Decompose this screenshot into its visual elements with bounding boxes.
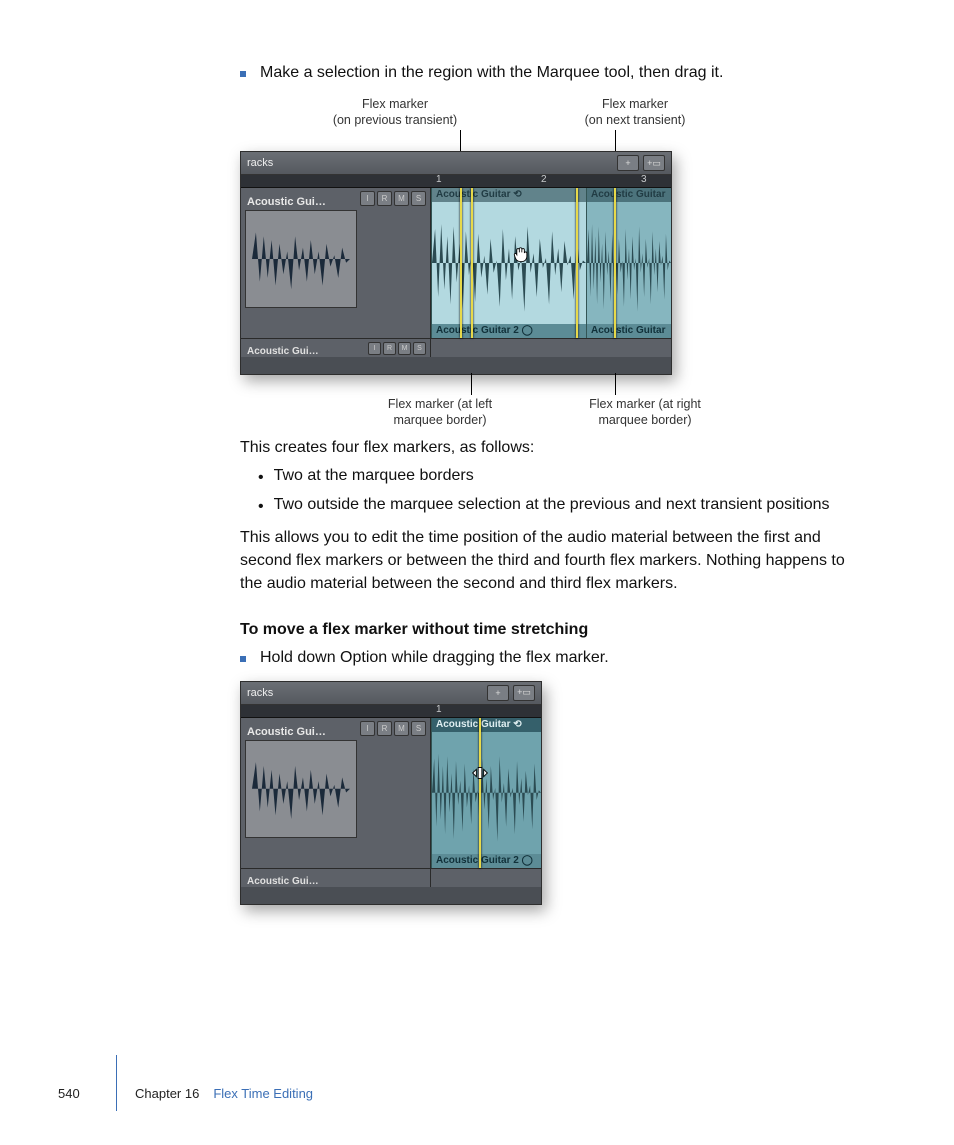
waveform xyxy=(432,732,541,854)
audio-region-selected[interactable]: Acoustic Guitar ⟲ Acoustic Guitar 2 ◯ xyxy=(431,188,586,338)
callout-line: marquee border) xyxy=(570,412,720,428)
grab-cursor-icon xyxy=(511,244,531,264)
callout-line: Flex marker (at left xyxy=(365,396,515,412)
track-thumbnail xyxy=(245,210,357,308)
bullet-icon: • xyxy=(258,467,264,489)
callout-top-left: Flex marker (on previous transient) xyxy=(320,96,470,129)
callout-line: Flex marker (at right xyxy=(570,396,720,412)
ruler-number: 1 xyxy=(436,704,442,715)
track-name-label: Acoustic Gui… xyxy=(247,876,319,887)
leader-line xyxy=(471,373,472,395)
leader-line xyxy=(460,130,461,152)
region-label: Acoustic Guitar ⟲ xyxy=(432,188,586,202)
chapter-title: Flex Time Editing xyxy=(213,1086,313,1101)
leader-line xyxy=(615,373,616,395)
ruler-number: 3 xyxy=(641,174,647,185)
track-name-label: Acoustic Gui… xyxy=(247,346,319,357)
list-item: Make a selection in the region with the … xyxy=(240,64,860,82)
track-thumbnail xyxy=(245,740,357,838)
flex-drag-cursor-icon xyxy=(469,762,491,784)
body-text: This creates four flex markers, as follo… xyxy=(240,436,860,459)
input-monitor-button[interactable]: I xyxy=(368,342,381,355)
track-header[interactable]: Acoustic Gui… xyxy=(241,869,431,887)
bullet-icon: • xyxy=(258,496,264,518)
callout-line: Flex marker xyxy=(560,96,710,112)
ruler-number: 1 xyxy=(436,174,442,185)
track-header[interactable]: Acoustic Gui… I R M S xyxy=(241,718,431,868)
track-name-label: Acoustic Gui… xyxy=(247,196,326,208)
callout-top-right: Flex marker (on next transient) xyxy=(560,96,710,129)
figure-flex-markers: Flex marker (on previous transient) Flex… xyxy=(240,96,690,426)
leader-line xyxy=(615,130,616,152)
list-item-text: Make a selection in the region with the … xyxy=(260,64,723,82)
page-footer: 540 Chapter 16 Flex Time Editing xyxy=(58,1081,854,1105)
input-monitor-button[interactable]: I xyxy=(360,721,375,736)
list-item-text: Hold down Option while dragging the flex… xyxy=(260,649,609,667)
list-item: Hold down Option while dragging the flex… xyxy=(240,649,860,667)
footer-divider xyxy=(116,1055,117,1111)
bullet-icon xyxy=(240,71,246,77)
record-enable-button[interactable]: R xyxy=(377,191,392,206)
track-header[interactable]: Acoustic Gui… I R M S xyxy=(241,339,431,357)
flex-marker[interactable] xyxy=(471,188,473,338)
track-row: Acoustic Gui… I R M S Acoustic Guitar ⟲ … xyxy=(241,718,541,868)
add-track-file-button[interactable]: +▭ xyxy=(513,685,535,701)
timeline-ruler[interactable]: 1 2 3 xyxy=(241,175,671,188)
callout-line: marquee border) xyxy=(365,412,515,428)
list-item-text: Two at the marquee borders xyxy=(274,467,474,485)
audio-region[interactable]: Acoustic Guitar ⟲ Acoustic Guitar 2 ◯ xyxy=(431,718,541,868)
list-item: • Two at the marquee borders xyxy=(258,467,860,489)
arrange-area[interactable]: Acoustic Guitar ⟲ Acoustic Guitar 2 ◯ Ac… xyxy=(431,188,671,338)
tracks-header: racks + +▭ xyxy=(241,152,671,175)
mute-button[interactable]: M xyxy=(398,342,411,355)
callout-line: (on previous transient) xyxy=(320,112,470,128)
flex-marker[interactable] xyxy=(614,188,616,338)
ruler-number: 2 xyxy=(541,174,547,185)
region-label: Acoustic Guitar xyxy=(587,324,671,338)
flex-marker[interactable] xyxy=(576,188,578,338)
solo-button[interactable]: S xyxy=(411,191,426,206)
sub-heading: To move a flex marker without time stret… xyxy=(240,618,860,641)
region-label: Acoustic Guitar 2 ◯ xyxy=(432,324,586,338)
track-row: Acoustic Gui… xyxy=(241,868,541,887)
track-row: Acoustic Gui… I R M S xyxy=(241,338,671,357)
mute-button[interactable]: M xyxy=(394,721,409,736)
waveform xyxy=(587,202,671,324)
solo-button[interactable]: S xyxy=(413,342,426,355)
callout-line: Flex marker xyxy=(320,96,470,112)
header-label: racks xyxy=(247,157,273,169)
figure-option-drag: racks + +▭ 1 Acoustic Gui… I R M S xyxy=(240,681,542,905)
region-label: Acoustic Guitar xyxy=(587,188,671,202)
tracks-header: racks + +▭ xyxy=(241,682,541,705)
page-number: 540 xyxy=(58,1086,98,1101)
callout-bottom-right: Flex marker (at right marquee border) xyxy=(570,396,720,429)
callout-line: (on next transient) xyxy=(560,112,710,128)
arrange-area[interactable]: Acoustic Guitar ⟲ Acoustic Guitar 2 ◯ xyxy=(431,718,541,868)
add-track-button[interactable]: + xyxy=(617,155,639,171)
solo-button[interactable]: S xyxy=(411,721,426,736)
track-name-label: Acoustic Gui… xyxy=(247,726,326,738)
region-label: Acoustic Guitar 2 ◯ xyxy=(432,854,541,868)
bullet-icon xyxy=(240,656,246,662)
region-label: Acoustic Guitar ⟲ xyxy=(432,718,541,732)
header-label: racks xyxy=(247,687,273,699)
input-monitor-button[interactable]: I xyxy=(360,191,375,206)
record-enable-button[interactable]: R xyxy=(383,342,396,355)
chapter-label: Chapter 16 xyxy=(135,1086,199,1101)
flex-marker[interactable] xyxy=(479,718,481,868)
timeline-ruler[interactable]: 1 xyxy=(241,705,541,718)
add-track-button[interactable]: + xyxy=(487,685,509,701)
record-enable-button[interactable]: R xyxy=(377,721,392,736)
waveform xyxy=(432,202,586,324)
list-item: • Two outside the marquee selection at th… xyxy=(258,496,860,518)
track-header[interactable]: Acoustic Gui… I R M S xyxy=(241,188,431,338)
add-track-file-button[interactable]: +▭ xyxy=(643,155,665,171)
callout-bottom-left: Flex marker (at left marquee border) xyxy=(365,396,515,429)
flex-marker[interactable] xyxy=(460,188,462,338)
body-text: This allows you to edit the time positio… xyxy=(240,526,860,596)
mute-button[interactable]: M xyxy=(394,191,409,206)
track-row: Acoustic Gui… I R M S Acoustic Guitar ⟲ xyxy=(241,188,671,338)
list-item-text: Two outside the marquee selection at the… xyxy=(274,496,830,514)
audio-region[interactable]: Acoustic Guitar Acoustic Guitar xyxy=(586,188,671,338)
